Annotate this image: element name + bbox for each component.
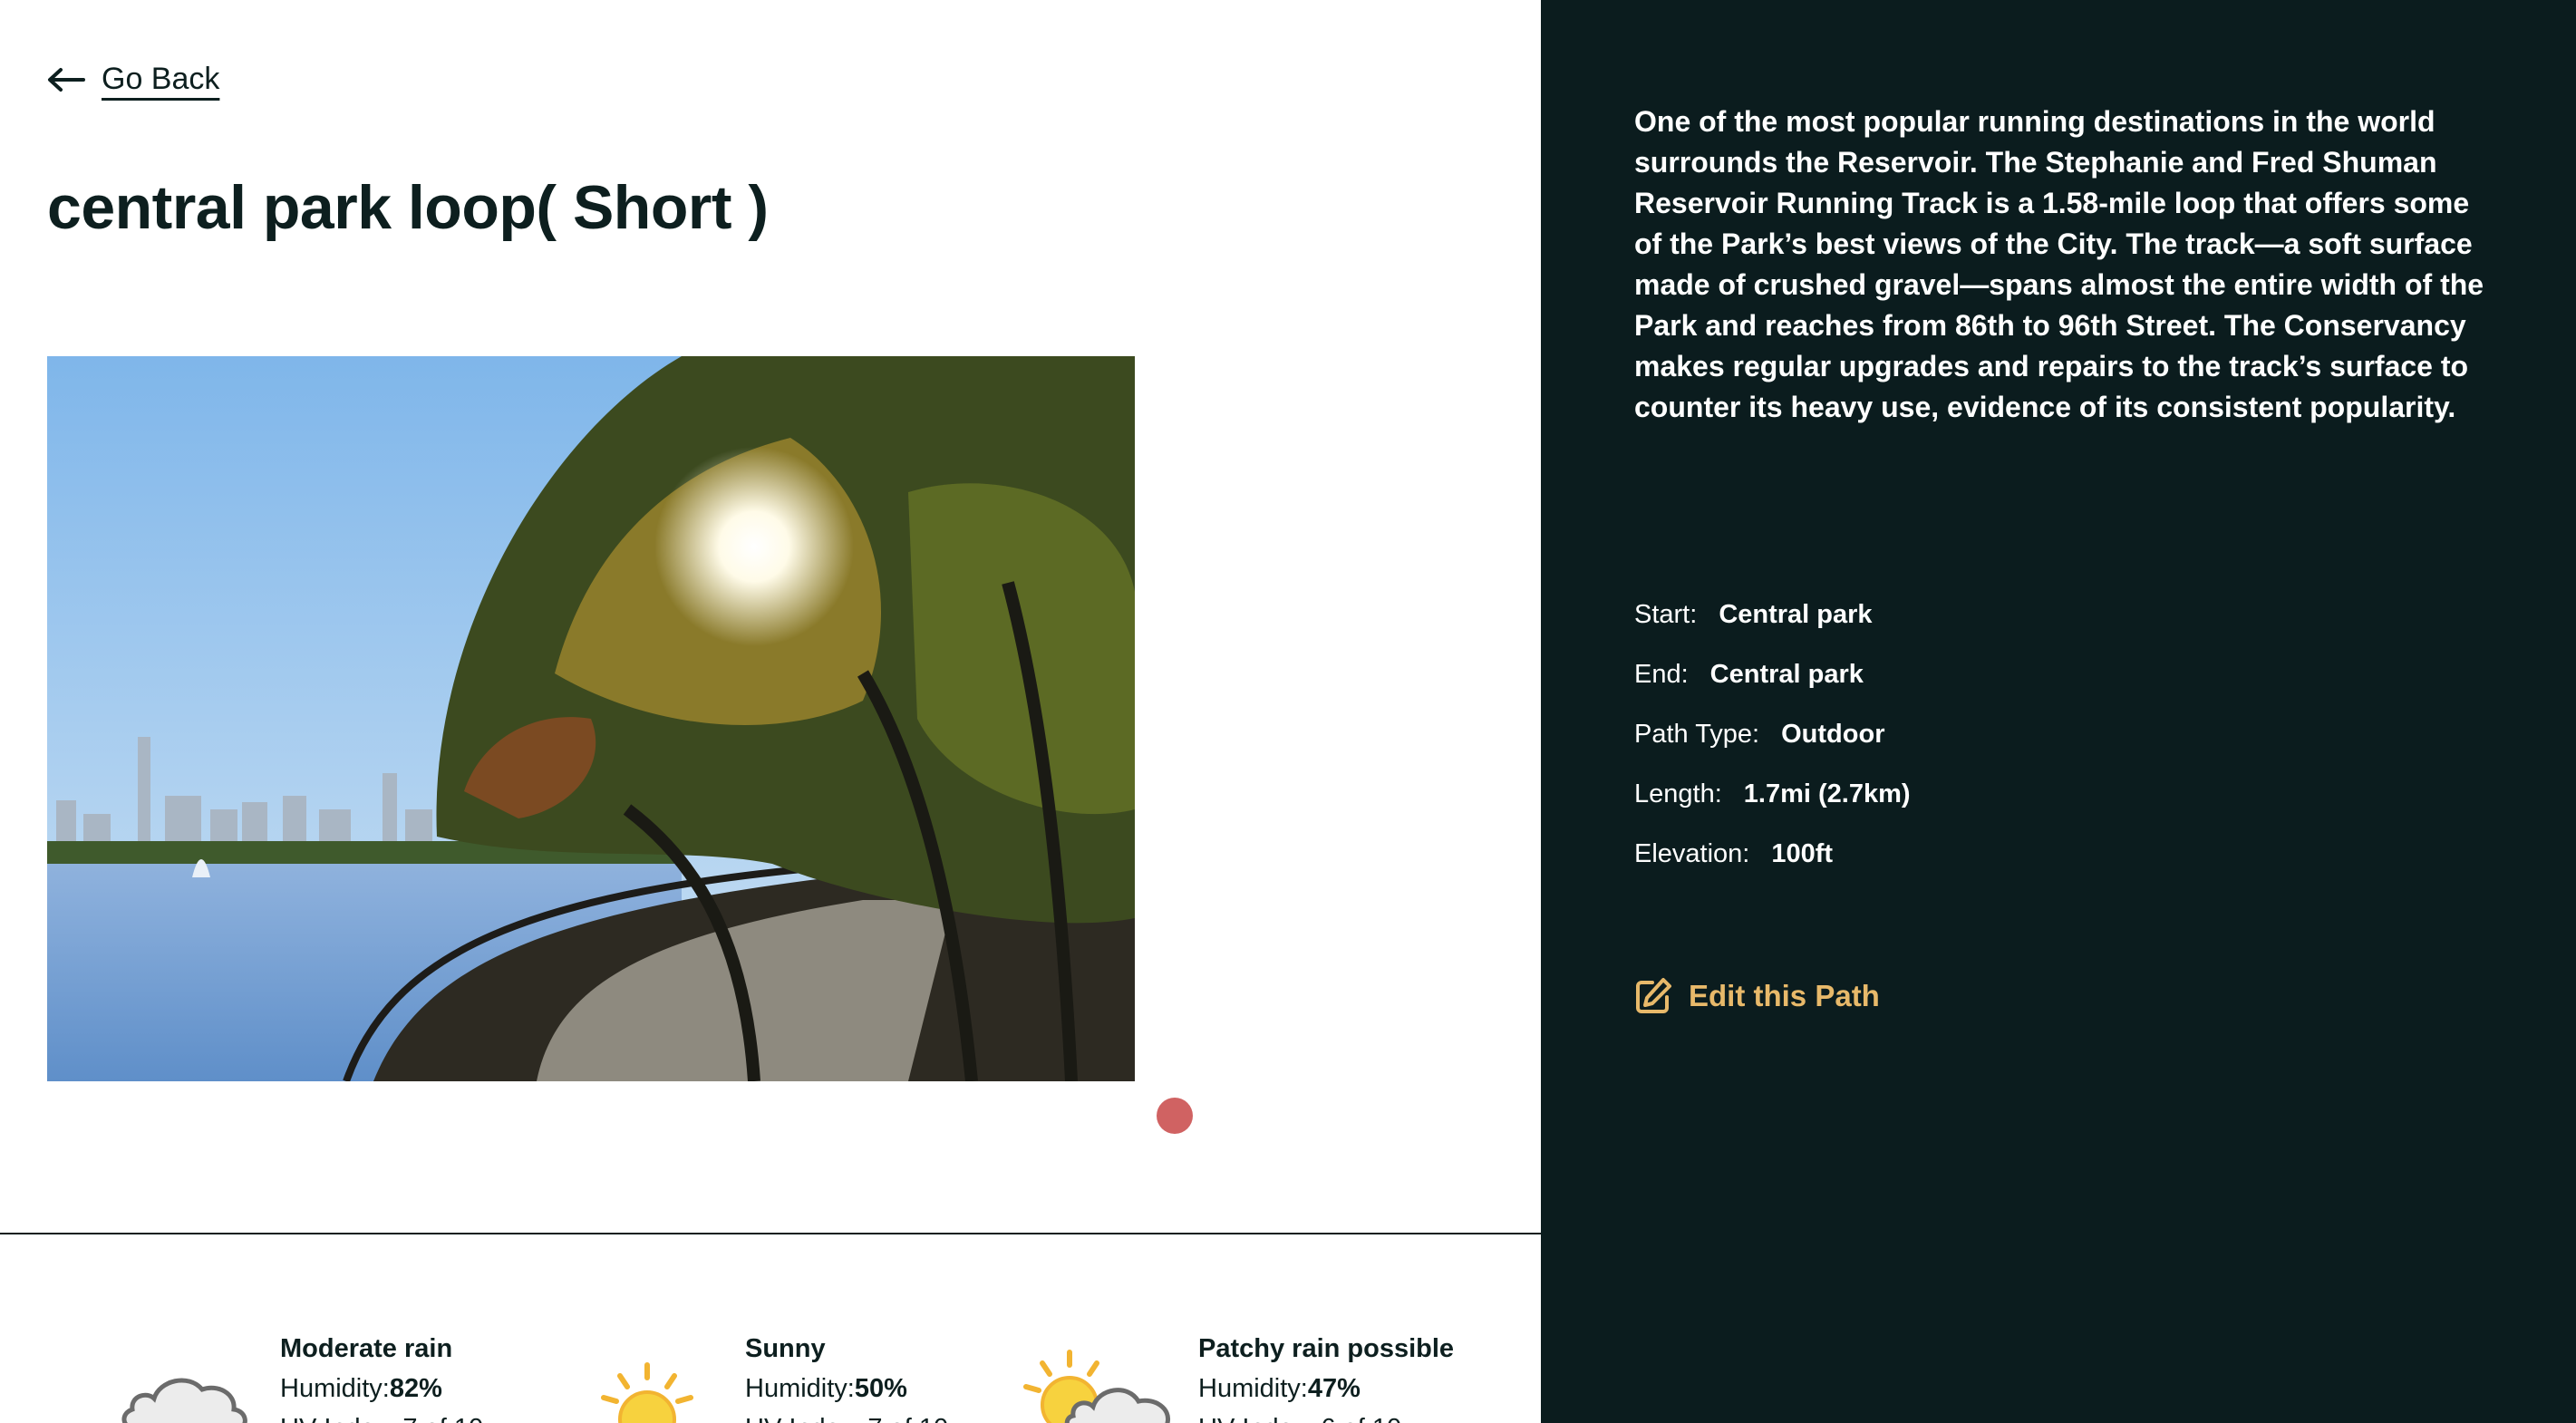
meta-value: 100ft: [1771, 838, 1834, 868]
meta-label: Elevation:: [1634, 838, 1750, 868]
route-photo: [47, 356, 1135, 1081]
sun-icon: [601, 1362, 693, 1423]
meta-value: 1.7mi (2.7km): [1743, 779, 1911, 808]
map-marker-dot[interactable]: [1157, 1098, 1193, 1134]
route-description: One of the most popular running destinat…: [1634, 105, 2484, 423]
meta-elevation: Elevation: 100ft: [1634, 824, 1911, 884]
forecast-uv: UV Index: 7 of 10: [280, 1414, 483, 1423]
meta-label: Path Type:: [1634, 719, 1760, 749]
meta-value: Central park: [1709, 659, 1864, 689]
route-main-panel: Go Back central park loop( Short ) Moder…: [0, 0, 1541, 1423]
section-divider: [0, 1233, 1541, 1234]
edit-path-link[interactable]: Edit this Path: [1634, 977, 1880, 1015]
route-meta-list: Start: Central park End: Central park Pa…: [1634, 585, 1911, 884]
forecast-humidity: Humidity:82%: [280, 1374, 442, 1403]
cloud-icon: [121, 1378, 247, 1423]
sun-cloud-icon: [1023, 1350, 1171, 1423]
go-back-link[interactable]: Go Back: [47, 62, 219, 97]
meta-length: Length: 1.7mi (2.7km): [1634, 764, 1911, 824]
meta-start: Start: Central park: [1634, 585, 1911, 644]
forecast-uv: UV Index: 6 of 10: [1198, 1414, 1401, 1423]
meta-value: Central park: [1719, 599, 1873, 629]
arrow-left-icon: [48, 67, 85, 92]
meta-path-type: Path Type: Outdoor: [1634, 704, 1911, 764]
forecast-humidity: Humidity:50%: [745, 1374, 907, 1403]
forecast-uv: UV Index: 7 of 10: [745, 1414, 948, 1423]
forecast-condition: Patchy rain possible: [1198, 1334, 1455, 1363]
route-details-sidebar: One of the most popular running destinat…: [1541, 0, 2576, 1423]
go-back-label: Go Back: [102, 62, 220, 96]
edit-path-label: Edit this Path: [1689, 979, 1880, 1012]
meta-label: Start:: [1634, 599, 1698, 629]
meta-end: End: Central park: [1634, 644, 1911, 704]
meta-label: Length:: [1634, 779, 1722, 808]
forecast-humidity: Humidity:47%: [1198, 1374, 1361, 1403]
edit-icon: [1636, 978, 1671, 1013]
forecast-condition: Sunny: [745, 1334, 826, 1363]
route-detail-page: Go Back central park loop( Short ) Moder…: [0, 0, 2576, 1423]
route-title: central park loop( Short ): [47, 173, 769, 242]
meta-label: End:: [1634, 659, 1689, 689]
forecast-condition: Moderate rain: [280, 1334, 453, 1363]
meta-value: Outdoor: [1781, 719, 1885, 749]
